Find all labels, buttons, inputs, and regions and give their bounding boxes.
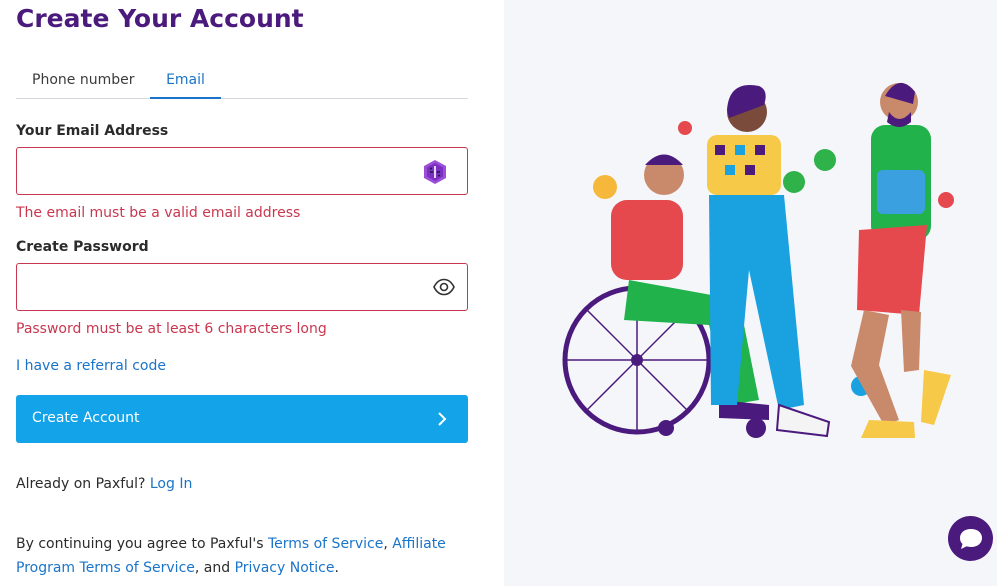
password-field-wrapper [16, 263, 468, 311]
red-shorts [857, 225, 927, 315]
page-title: Create Your Account [16, 4, 304, 33]
terms-end: . [334, 560, 339, 576]
privacy-notice-link[interactable]: Privacy Notice [235, 560, 335, 576]
email-field-wrapper [16, 147, 468, 195]
password-label: Create Password [16, 239, 149, 255]
eye-icon[interactable] [433, 277, 455, 297]
check-coin-icon [783, 171, 805, 193]
red-sweater [611, 200, 683, 280]
bitcoin-coin-icon [593, 175, 617, 199]
chat-bubble-icon [960, 529, 982, 549]
login-prefix: Already on Paxful? [16, 476, 146, 492]
email-label: Your Email Address [16, 123, 169, 139]
terms-of-service-link[interactable]: Terms of Service [268, 536, 383, 552]
chat-button[interactable] [948, 516, 993, 561]
bitcoin-red-icon [938, 192, 954, 208]
chevron-right-icon [438, 412, 447, 426]
coin-red-icon [678, 121, 692, 135]
password-input[interactable] [17, 264, 417, 310]
terms-and: , and [194, 560, 231, 576]
user-coin-icon [814, 149, 836, 171]
login-prompt: Already on Paxful? Log In [16, 476, 192, 492]
email-input[interactable] [17, 148, 417, 194]
referral-code-link[interactable]: I have a referral code [16, 358, 166, 374]
email-error: The email must be a valid email address [16, 205, 301, 221]
signup-panel: Create Your Account Phone number Email Y… [0, 0, 504, 586]
blue-jeans [709, 195, 804, 410]
keyboard-icon[interactable] [423, 159, 447, 185]
terms-comma: , [383, 536, 388, 552]
terms-notice: By continuing you agree to Paxful's Term… [16, 532, 476, 580]
login-link[interactable]: Log In [150, 476, 192, 492]
create-account-label: Create Account [32, 410, 140, 426]
create-account-button[interactable]: Create Account [16, 395, 468, 443]
plaid-top [707, 135, 781, 195]
password-error: Password must be at least 6 characters l… [16, 321, 327, 337]
signup-tabs: Phone number Email [16, 64, 468, 99]
tab-email[interactable]: Email [150, 64, 221, 99]
tab-phone-number[interactable]: Phone number [16, 64, 146, 99]
terms-prefix: By continuing you agree to Paxful's [16, 536, 264, 552]
illustration-panel [504, 0, 997, 586]
people-illustration [562, 82, 954, 438]
